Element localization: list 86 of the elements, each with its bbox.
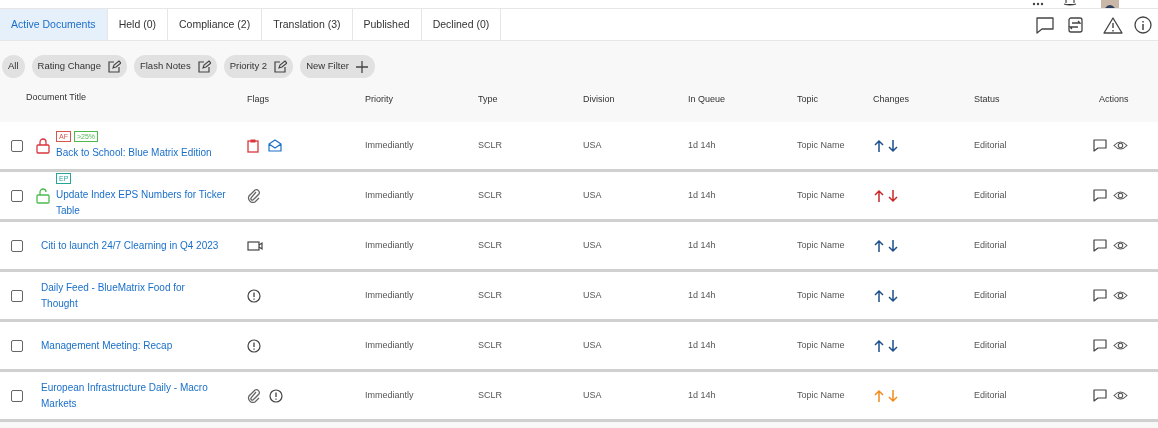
table-cell: Topic Name bbox=[797, 339, 845, 350]
table-cell: SCLR bbox=[478, 289, 502, 300]
table-cell: Topic Name bbox=[797, 389, 845, 400]
comment-icon[interactable] bbox=[1093, 389, 1107, 402]
table-cell: Topic Name bbox=[797, 289, 845, 300]
checkbox[interactable] bbox=[11, 189, 23, 202]
table-cell: USA bbox=[583, 339, 602, 350]
table-cell: Topic Name bbox=[797, 189, 845, 200]
column-header: Topic bbox=[797, 93, 819, 107]
checkbox[interactable] bbox=[11, 289, 23, 302]
table-cell: Immediantly bbox=[365, 139, 414, 150]
table-cell: Editorial bbox=[974, 239, 1007, 250]
column-header: Priority bbox=[365, 93, 394, 107]
column-header: Document Title bbox=[25, 90, 88, 104]
edit-icon bbox=[273, 59, 288, 74]
table-cell: 1d 14h bbox=[688, 289, 716, 300]
table-cell: 1d 14h bbox=[688, 389, 716, 400]
table-cell: Immediantly bbox=[365, 339, 414, 350]
column-header: Division bbox=[583, 93, 616, 107]
table-cell: Editorial bbox=[974, 339, 1007, 350]
filter-chip[interactable]: Flash Notes bbox=[133, 55, 217, 78]
table-cell: USA bbox=[583, 189, 602, 200]
filter-chip[interactable]: New Filter bbox=[300, 55, 375, 78]
column-header: Actions bbox=[1098, 93, 1130, 107]
checkbox[interactable] bbox=[11, 239, 23, 252]
eye-icon[interactable] bbox=[1113, 240, 1128, 251]
table-cell: Editorial bbox=[974, 289, 1007, 300]
column-header: Type bbox=[478, 93, 499, 107]
table-cell: Immediantly bbox=[365, 389, 414, 400]
table-cell: 1d 14h bbox=[688, 139, 716, 150]
table-cell: 1d 14h bbox=[688, 239, 716, 250]
table-cell: Immediantly bbox=[365, 289, 414, 300]
table-cell: Topic Name bbox=[797, 239, 845, 250]
avatar-icon[interactable] bbox=[1101, 0, 1119, 8]
comment-icon[interactable] bbox=[1093, 139, 1107, 152]
checkbox[interactable] bbox=[11, 389, 23, 402]
more-icon[interactable] bbox=[1032, 2, 1044, 6]
swap-icon[interactable] bbox=[1066, 15, 1084, 34]
table-cell: USA bbox=[583, 389, 602, 400]
table-cell: Topic Name bbox=[797, 139, 845, 150]
table-cell: SCLR bbox=[478, 189, 502, 200]
warning-icon[interactable] bbox=[1103, 15, 1123, 34]
table-cell: USA bbox=[583, 239, 602, 250]
table-cell: 1d 14h bbox=[688, 339, 716, 350]
table-cell: Editorial bbox=[974, 189, 1007, 200]
table-cell: SCLR bbox=[478, 239, 502, 250]
info-icon[interactable] bbox=[1134, 15, 1152, 34]
edit-icon bbox=[106, 59, 121, 74]
table-cell: USA bbox=[583, 139, 602, 150]
column-header: In Queue bbox=[688, 93, 727, 107]
table-cell: SCLR bbox=[478, 339, 502, 350]
eye-icon[interactable] bbox=[1113, 140, 1128, 151]
table-cell: 1d 14h bbox=[688, 189, 716, 200]
comment-icon[interactable] bbox=[1093, 289, 1107, 302]
table-cell: Immediantly bbox=[365, 189, 414, 200]
document-title-link[interactable]: Update Index EPS Numbers for Ticker Table bbox=[56, 186, 236, 219]
column-header: Flags bbox=[247, 93, 270, 107]
checkbox[interactable] bbox=[11, 139, 23, 152]
plus-icon bbox=[354, 59, 369, 74]
table-cell: SCLR bbox=[478, 139, 502, 150]
eye-icon[interactable] bbox=[1113, 190, 1128, 201]
filter-chip[interactable]: All bbox=[2, 55, 25, 78]
eye-icon[interactable] bbox=[1113, 390, 1128, 401]
edit-icon bbox=[196, 59, 211, 74]
eye-icon[interactable] bbox=[1113, 340, 1128, 351]
document-title-link[interactable]: Daily Feed - BlueMatrix Food for Thought bbox=[41, 279, 221, 312]
checkbox[interactable] bbox=[11, 339, 23, 352]
table-cell: Immediantly bbox=[365, 239, 414, 250]
document-title-link[interactable]: Back to School: Blue Matrix Edition bbox=[56, 144, 212, 161]
eye-icon[interactable] bbox=[1113, 290, 1128, 301]
document-title-link[interactable]: Management Meeting: Recap bbox=[41, 337, 173, 354]
filter-chip[interactable]: Priority 2 bbox=[223, 55, 294, 78]
table-cell: Editorial bbox=[974, 139, 1007, 150]
comment-icon[interactable] bbox=[1093, 339, 1107, 352]
document-title-link[interactable]: Citi to launch 24/7 Clearning in Q4 2023 bbox=[41, 237, 219, 254]
table-cell: USA bbox=[583, 289, 602, 300]
table-cell: Editorial bbox=[974, 389, 1007, 400]
comment-icon[interactable] bbox=[1035, 15, 1055, 34]
comment-icon[interactable] bbox=[1093, 189, 1107, 202]
document-title-link[interactable]: European Infrastructure Daily - Macro Markets bbox=[41, 379, 221, 412]
table-cell: SCLR bbox=[478, 389, 502, 400]
filter-chip[interactable]: Rating Change bbox=[31, 55, 127, 78]
column-header: Changes bbox=[873, 93, 911, 107]
comment-icon[interactable] bbox=[1093, 239, 1107, 252]
column-header: Status bbox=[974, 93, 1001, 107]
tab[interactable]: Active Documents bbox=[0, 9, 108, 40]
